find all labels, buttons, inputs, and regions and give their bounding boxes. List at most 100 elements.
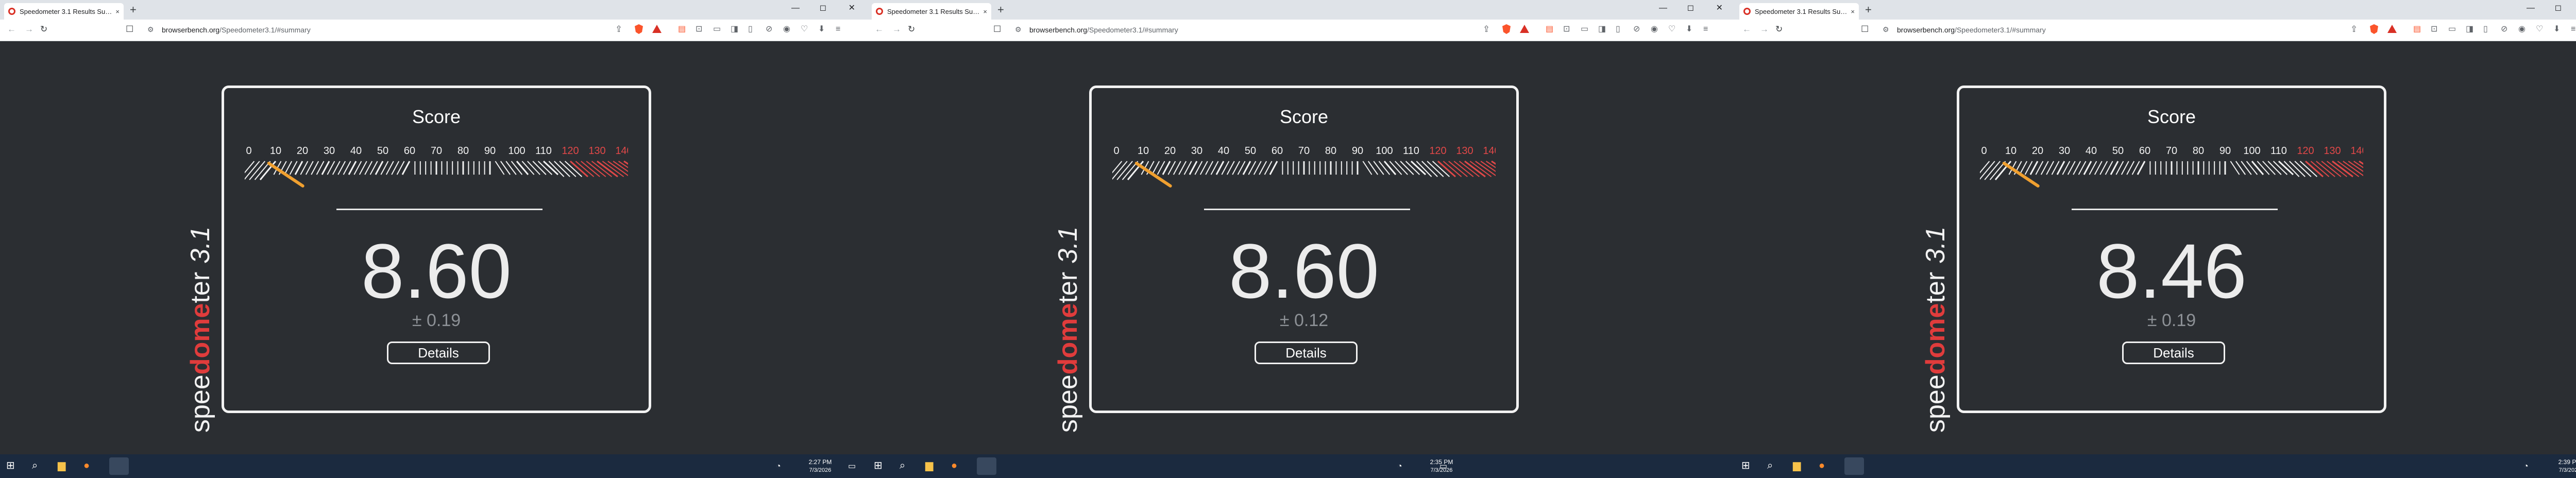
brave-shields-icon[interactable] (2370, 24, 2378, 34)
site-info-icon[interactable]: ⚙ (1015, 26, 1022, 33)
details-button[interactable]: Details (1255, 342, 1358, 364)
extension-icon[interactable]: ≡ (836, 25, 840, 33)
new-tab-button[interactable]: + (130, 4, 137, 15)
brave-taskbar-icon[interactable] (977, 457, 996, 475)
extension-icon[interactable]: ▤ (1546, 25, 1553, 33)
taskbar-search-icon[interactable]: ⌕ (900, 460, 905, 471)
taskbar-clock[interactable]: 2:39 PM7/3/2026 (2549, 458, 2576, 474)
forward-button[interactable]: → (892, 25, 901, 33)
extension-icon[interactable]: ♡ (1668, 25, 1675, 33)
extension-icon[interactable]: ▤ (2413, 25, 2421, 33)
extension-icon[interactable]: ▭ (713, 25, 721, 33)
file-explorer-icon[interactable]: ▆ (58, 460, 65, 471)
back-button[interactable]: ← (7, 25, 16, 33)
details-button[interactable]: Details (387, 342, 490, 364)
extension-icon[interactable]: ▭ (1581, 25, 1588, 33)
close-window-button[interactable]: ✕ (1716, 4, 1723, 12)
network-icon[interactable]: ◔ (776, 462, 781, 472)
network-icon[interactable]: ◔ (1397, 462, 1402, 472)
maximize-button[interactable]: ◻ (1687, 4, 1694, 12)
back-button[interactable]: ← (1742, 25, 1751, 33)
share-icon[interactable]: ⇪ (1483, 25, 1490, 33)
extension-icon[interactable]: ♡ (801, 25, 808, 33)
forward-button[interactable]: → (1760, 25, 1769, 33)
details-button[interactable]: Details (2122, 342, 2225, 364)
close-window-button[interactable]: ✕ (849, 4, 855, 12)
extension-icon[interactable]: ▤ (678, 25, 686, 33)
extension-icon[interactable]: ⬇ (1686, 25, 1692, 33)
reload-button[interactable]: ↻ (908, 25, 915, 33)
extension-icon[interactable]: ⊡ (696, 25, 702, 33)
extension-icon[interactable]: ◉ (783, 25, 790, 33)
extension-icon[interactable]: ⬇ (2553, 25, 2560, 33)
extension-icon[interactable]: ◉ (2518, 25, 2526, 33)
tab-close-icon[interactable]: × (1851, 8, 1855, 15)
brave-taskbar-icon[interactable] (1844, 457, 1864, 475)
extension-icon[interactable]: ⬇ (818, 25, 825, 33)
tab-results-summary[interactable]: Speedometer 3.1 Results Summ × (4, 3, 124, 20)
extension-icon[interactable]: ▯ (1616, 25, 1620, 33)
taskbar-search-icon[interactable]: ⌕ (1767, 460, 1773, 471)
tab-results-summary[interactable]: Speedometer 3.1 Results Summ × (872, 3, 991, 20)
notifications-icon[interactable]: ▭ (1439, 462, 1447, 472)
extension-icon[interactable]: ≡ (2571, 25, 2575, 33)
start-menu-icon[interactable]: ⊞ (1741, 460, 1750, 471)
extension-icon[interactable]: ⊘ (2501, 25, 2507, 33)
firefox-icon[interactable]: ● (83, 460, 90, 471)
forward-button[interactable]: → (25, 25, 33, 33)
brave-taskbar-icon[interactable] (109, 457, 129, 475)
reload-button[interactable]: ↻ (1775, 25, 1783, 33)
address-bar[interactable]: browserbench.org/Speedometer3.1/#summary (1029, 26, 1178, 34)
address-bar[interactable]: browserbench.org/Speedometer3.1/#summary (162, 26, 311, 34)
share-icon[interactable]: ⇪ (2350, 25, 2358, 33)
extension-icon[interactable]: ♡ (2536, 25, 2543, 33)
minimize-button[interactable]: — (1659, 4, 1667, 12)
new-tab-button[interactable]: + (997, 4, 1004, 15)
firefox-icon[interactable]: ● (1819, 460, 1825, 471)
share-icon[interactable]: ⇪ (615, 25, 622, 33)
start-menu-icon[interactable]: ⊞ (874, 460, 883, 471)
bookmark-icon[interactable]: ☐ (1861, 25, 1869, 33)
back-button[interactable]: ← (875, 25, 884, 33)
file-explorer-icon[interactable]: ▆ (1793, 460, 1801, 471)
bookmark-icon[interactable]: ☐ (993, 25, 1001, 33)
taskbar-search-icon[interactable]: ⌕ (32, 460, 38, 471)
notifications-icon[interactable]: ▭ (848, 462, 856, 472)
extension-icon[interactable]: ▯ (748, 25, 753, 33)
maximize-button[interactable]: ◻ (820, 4, 826, 12)
extension-icon[interactable]: ⊘ (766, 25, 772, 33)
bookmark-icon[interactable]: ☐ (126, 25, 133, 33)
reload-button[interactable]: ↻ (40, 25, 47, 33)
brave-shields-icon[interactable] (635, 24, 643, 34)
extension-icon[interactable]: ⊘ (1633, 25, 1640, 33)
brave-shields-icon[interactable] (1502, 24, 1511, 34)
extension-icon[interactable]: ◨ (1598, 25, 1606, 33)
firefox-icon[interactable]: ● (951, 460, 957, 471)
extension-icon[interactable]: ⊡ (2431, 25, 2437, 33)
extension-icon[interactable]: ▭ (2448, 25, 2456, 33)
brave-rewards-icon[interactable] (1520, 25, 1529, 33)
minimize-button[interactable]: — (2527, 4, 2535, 12)
new-tab-button[interactable]: + (1865, 4, 1872, 15)
tab-close-icon[interactable]: × (983, 8, 987, 15)
extension-icon[interactable]: ◨ (2466, 25, 2473, 33)
site-info-icon[interactable]: ⚙ (1883, 26, 1889, 33)
extension-icon[interactable]: ≡ (1703, 25, 1708, 33)
speedometer-logo-graphic: speedometer 3.1 (1053, 227, 1083, 433)
tab-results-summary[interactable]: Speedometer 3.1 Results Summ × (1739, 3, 1859, 20)
extension-icon[interactable]: ▯ (2483, 25, 2488, 33)
site-info-icon[interactable]: ⚙ (147, 26, 154, 33)
extension-icon[interactable]: ⊡ (1563, 25, 1570, 33)
minimize-button[interactable]: — (791, 4, 800, 12)
file-explorer-icon[interactable]: ▆ (925, 460, 933, 471)
taskbar-clock[interactable]: 2:27 PM 7/3/2026 (800, 458, 841, 474)
extension-icon[interactable]: ◨ (731, 25, 738, 33)
extension-icon[interactable]: ◉ (1651, 25, 1658, 33)
brave-rewards-icon[interactable] (2387, 25, 2397, 33)
brave-rewards-icon[interactable] (652, 25, 662, 33)
start-menu-icon[interactable]: ⊞ (6, 460, 15, 471)
maximize-button[interactable]: ◻ (2555, 4, 2562, 12)
tab-close-icon[interactable]: × (115, 8, 120, 15)
address-bar[interactable]: browserbench.org/Speedometer3.1/#summary (1897, 26, 2046, 34)
network-icon[interactable]: ◔ (2523, 462, 2529, 472)
